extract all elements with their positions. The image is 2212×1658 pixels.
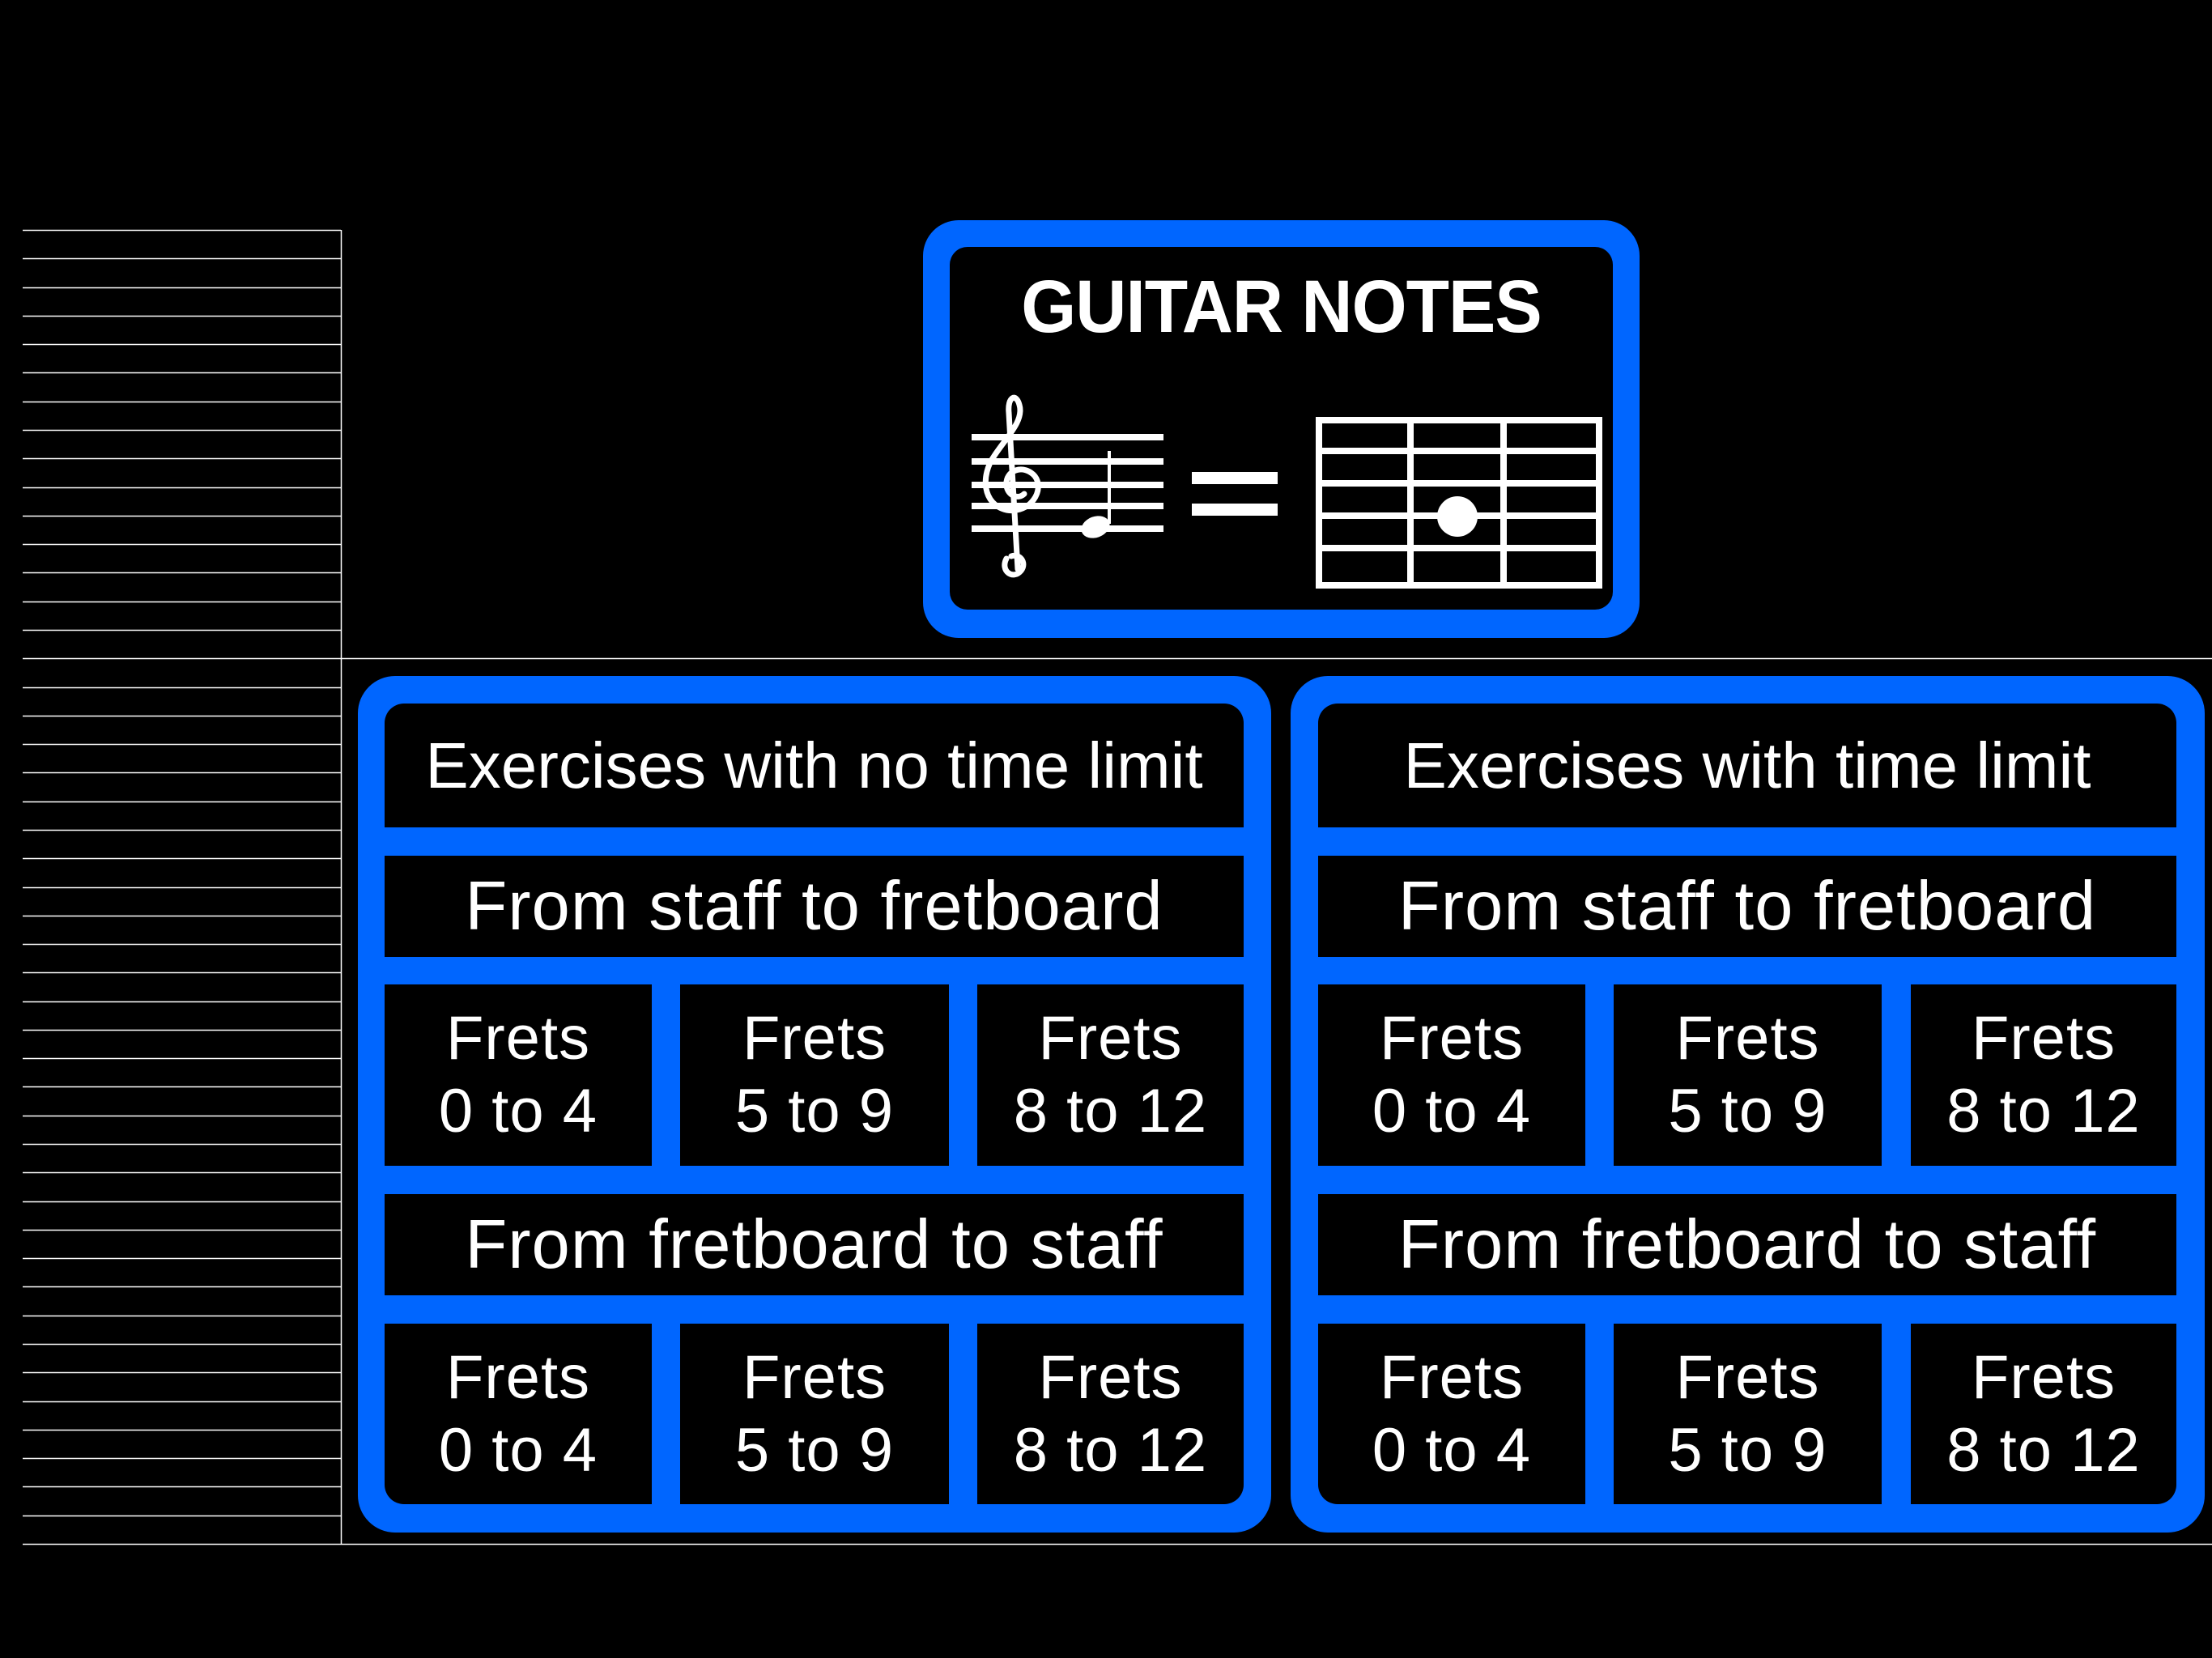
section-staff-to-fretboard-timed[interactable]: From staff to fretboard (1318, 856, 2176, 957)
title-illustration (972, 394, 1602, 589)
range-value: 5 to 9 (1668, 1415, 1827, 1485)
button-staff-to-fretboard-frets-0-4[interactable]: Frets 0 to 4 (385, 984, 652, 1166)
fretboard-icon (1316, 417, 1602, 589)
range-value: 0 to 4 (438, 1077, 598, 1146)
range-value: 5 to 9 (1668, 1077, 1827, 1146)
title-banner: GUITAR NOTES (923, 220, 1640, 638)
range-value: 8 to 12 (1946, 1415, 2141, 1485)
range-label: Frets (1038, 1004, 1183, 1073)
treble-clef-staff-icon (972, 394, 1163, 578)
section-label: From fretboard to staff (465, 1206, 1163, 1283)
section-staff-to-fretboard[interactable]: From staff to fretboard (385, 856, 1244, 957)
range-value: 0 to 4 (438, 1415, 598, 1485)
range-label: Frets (1675, 1004, 1820, 1073)
range-value: 8 to 12 (1013, 1077, 1208, 1146)
panel-with-time-limit: Exercises with time limit From staff to … (1291, 676, 2205, 1533)
range-label: Frets (742, 1342, 887, 1412)
button-staff-to-fretboard-frets-5-9[interactable]: Frets 5 to 9 (680, 984, 949, 1166)
button-fretboard-to-staff-frets-5-9[interactable]: Frets 5 to 9 (680, 1324, 949, 1504)
button-timed-staff-to-fretboard-frets-8-12[interactable]: Frets 8 to 12 (1911, 984, 2176, 1166)
range-label: Frets (1038, 1342, 1183, 1412)
panel-header-label: Exercises with no time limit (425, 729, 1203, 801)
range-label: Frets (1379, 1342, 1525, 1412)
button-timed-staff-to-fretboard-frets-5-9[interactable]: Frets 5 to 9 (1614, 984, 1882, 1166)
range-label: Frets (1379, 1004, 1525, 1073)
range-value: 5 to 9 (734, 1077, 895, 1146)
button-timed-fretboard-to-staff-frets-8-12[interactable]: Frets 8 to 12 (1911, 1324, 2176, 1504)
range-label: Frets (445, 1004, 591, 1073)
range-value: 8 to 12 (1946, 1077, 2141, 1146)
section-label: From staff to fretboard (465, 868, 1163, 945)
section-label: From fretboard to staff (1397, 1206, 2097, 1283)
panel-no-time-limit: Exercises with no time limit From staff … (358, 676, 1271, 1533)
title-banner-inner: GUITAR NOTES (950, 247, 1613, 610)
section-fretboard-to-staff[interactable]: From fretboard to staff (385, 1194, 1244, 1295)
section-fretboard-to-staff-timed[interactable]: From fretboard to staff (1318, 1194, 2176, 1295)
button-timed-staff-to-fretboard-frets-0-4[interactable]: Frets 0 to 4 (1318, 984, 1585, 1166)
range-label: Frets (1675, 1342, 1820, 1412)
range-label: Frets (445, 1342, 591, 1412)
range-value: 0 to 4 (1372, 1077, 1532, 1146)
panel-header-label: Exercises with time limit (1403, 729, 2091, 801)
range-value: 8 to 12 (1013, 1415, 1208, 1485)
button-staff-to-fretboard-frets-8-12[interactable]: Frets 8 to 12 (977, 984, 1244, 1166)
range-value: 0 to 4 (1372, 1415, 1532, 1485)
equals-icon (1192, 472, 1278, 516)
range-label: Frets (1971, 1004, 2116, 1073)
button-timed-fretboard-to-staff-frets-0-4[interactable]: Frets 0 to 4 (1318, 1324, 1585, 1504)
section-label: From staff to fretboard (1397, 868, 2097, 945)
header-no-time-limit: Exercises with no time limit (385, 704, 1244, 827)
range-value: 5 to 9 (734, 1415, 895, 1485)
button-timed-fretboard-to-staff-frets-5-9[interactable]: Frets 5 to 9 (1614, 1324, 1882, 1504)
header-with-time-limit: Exercises with time limit (1318, 704, 2176, 827)
button-fretboard-to-staff-frets-8-12[interactable]: Frets 8 to 12 (977, 1324, 1244, 1504)
button-fretboard-to-staff-frets-0-4[interactable]: Frets 0 to 4 (385, 1324, 652, 1504)
range-label: Frets (1971, 1342, 2116, 1412)
range-label: Frets (742, 1004, 887, 1073)
